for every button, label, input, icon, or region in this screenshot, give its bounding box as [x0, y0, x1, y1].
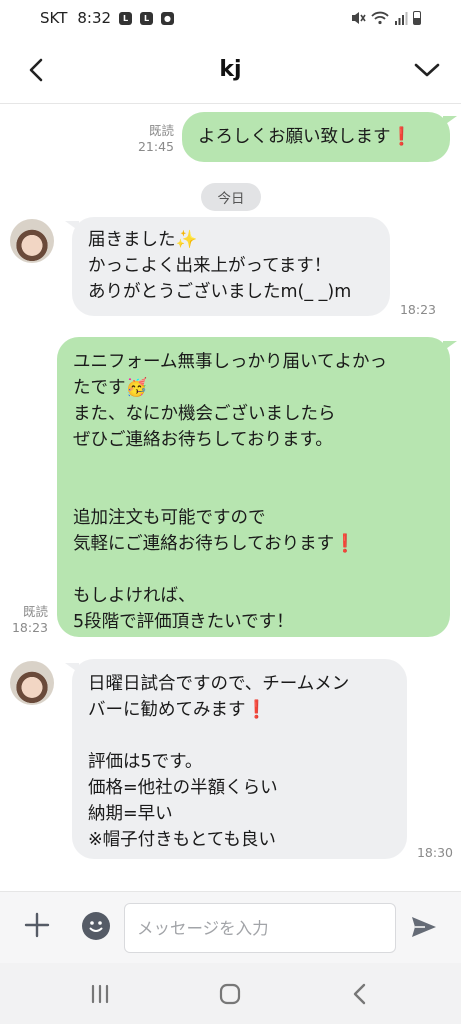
message-meta: 既読 21:45 — [128, 123, 174, 155]
sparkles-emoji: ✨ — [175, 230, 198, 250]
plus-icon — [24, 912, 50, 938]
status-left: SKT 8:32 L L ● — [40, 9, 175, 27]
exclamation-emoji: ❗ — [390, 127, 413, 147]
message-line: 届きました✨ — [88, 230, 198, 250]
message-line: また、なにか機会ございましたら — [73, 404, 336, 424]
system-navigation-bar — [0, 963, 461, 1024]
chat-header: kj — [0, 36, 461, 104]
message-input-bar — [0, 891, 461, 963]
menu-toggle-button[interactable] — [409, 52, 445, 88]
emoji-button[interactable] — [82, 912, 110, 940]
status-right — [350, 0, 421, 36]
contact-avatar[interactable] — [10, 661, 54, 705]
message-line: ※帽子付きもとても良い — [88, 830, 276, 850]
line-notification-icon: L — [119, 11, 133, 25]
outgoing-message[interactable]: ユニフォーム無事しっかり届いてよかっ たです🥳 また、なにか機会ございましたら ぜひご… — [57, 337, 457, 637]
message-meta: 既読 18:23 — [4, 604, 48, 636]
signal-icon — [395, 12, 408, 25]
recent-apps-icon — [91, 984, 109, 1004]
message-line: たです🥳 — [73, 378, 148, 398]
camera-notification-icon: ● — [161, 11, 175, 25]
recent-apps-button[interactable] — [80, 977, 120, 1011]
incoming-message[interactable]: 日曜日試合ですので、チームメン バーに勧めてみます❗ 評価は5です。価格=他社の半額… — [65, 659, 407, 859]
message-time: 18:30 — [416, 845, 453, 860]
message-line: ユニフォーム無事しっかり届いてよかっ — [73, 352, 387, 372]
send-icon — [412, 917, 436, 937]
message-line: 納期=早い — [88, 804, 173, 824]
message-line: 5段階で評価頂きたいです！ — [73, 612, 294, 632]
exclamation-emoji: ❗ — [334, 534, 356, 554]
message-line: ぜひご連絡お待ちしております。 — [73, 430, 333, 450]
mute-icon — [352, 12, 366, 24]
chevron-down-icon — [414, 63, 440, 77]
read-receipt: 既読 — [22, 604, 48, 619]
outgoing-message[interactable]: よろしくお願い致します❗ — [182, 112, 457, 162]
line-notification-icon: L — [140, 11, 154, 25]
party-emoji: 🥳 — [125, 378, 148, 398]
message-text: よろしくお願い致します — [198, 127, 391, 147]
home-button[interactable] — [210, 977, 250, 1011]
exclamation-emoji: ❗ — [245, 700, 268, 720]
chat-title: kj — [219, 57, 242, 82]
message-line: 気軽にご連絡お待ちしております❗ — [73, 534, 356, 554]
status-bar: SKT 8:32 L L ● — [0, 0, 461, 36]
message-line: 価格=他社の半額くらい — [88, 778, 278, 798]
message-line: 追加注文も可能ですので — [73, 508, 266, 528]
message-line: 評価は5です。 — [88, 752, 203, 772]
read-receipt: 既読 — [148, 123, 174, 138]
incoming-message[interactable]: 届きました✨ かっこよく出来上がってます！ ありがとうございましたm(_ _)m — [65, 217, 390, 316]
chat-area[interactable]: 既読 21:45 よろしくお願い致します❗ 今日 届きました✨ かっこよく出来上が… — [0, 105, 461, 891]
message-time: 18:23 — [11, 620, 48, 635]
date-separator: 今日 — [201, 183, 261, 211]
contact-avatar[interactable] — [10, 219, 54, 263]
message-line: バーに勧めてみます❗ — [88, 700, 268, 720]
message-time: 21:45 — [137, 139, 174, 154]
message-input[interactable] — [124, 903, 396, 953]
message-line: もしよければ、 — [73, 586, 196, 606]
back-nav-button[interactable] — [340, 977, 380, 1011]
message-line: かっこよく出来上がってます！ — [88, 256, 332, 276]
wifi-icon — [371, 11, 389, 25]
attach-button[interactable] — [22, 910, 52, 940]
home-icon — [219, 983, 241, 1005]
smiley-icon — [89, 921, 103, 932]
message-line: ありがとうございましたm(_ _)m — [88, 282, 352, 302]
back-button[interactable] — [18, 52, 54, 88]
chevron-left-icon — [29, 58, 43, 82]
send-button[interactable] — [408, 912, 440, 942]
message-time: 18:23 — [399, 302, 436, 317]
message-line: 日曜日試合ですので、チームメン — [88, 674, 350, 694]
back-arrow-icon — [353, 983, 366, 1005]
clock: 8:32 — [77, 9, 112, 27]
carrier-label: SKT — [40, 9, 68, 27]
battery-icon — [413, 11, 421, 25]
